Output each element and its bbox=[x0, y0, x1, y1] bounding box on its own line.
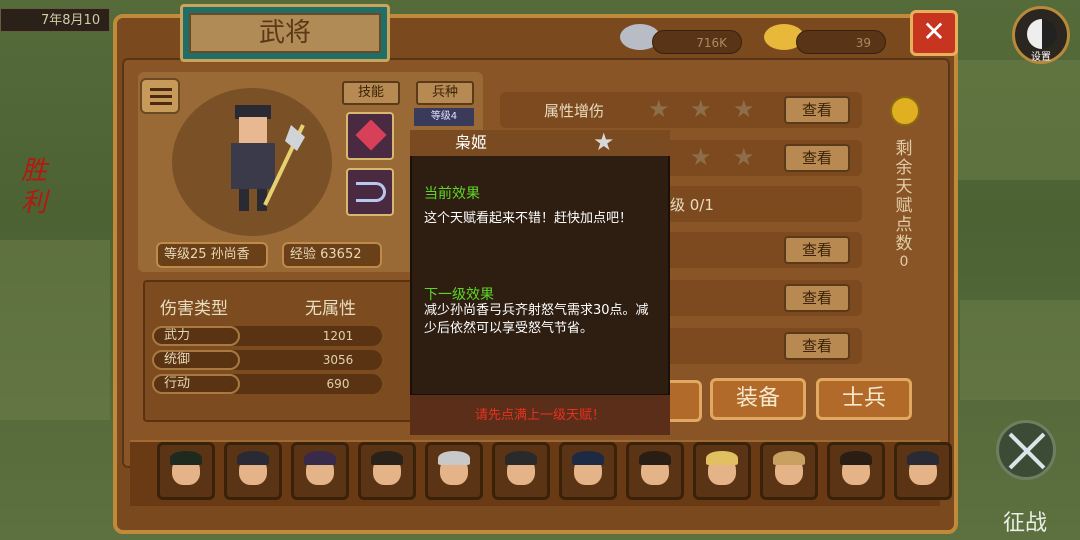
stat-name: 武力 bbox=[152, 326, 240, 346]
heart-icon bbox=[355, 119, 387, 151]
hero-level-name: 等级25 孙尚香 bbox=[156, 242, 268, 268]
hero-card-hair bbox=[706, 451, 738, 465]
star-icon: ★ bbox=[690, 143, 712, 171]
skill-slot-2[interactable] bbox=[346, 168, 394, 216]
hero-card-hair bbox=[170, 451, 202, 465]
current-effect-text: 这个天赋看起来不错！赶快加点吧！ bbox=[424, 211, 633, 226]
hero-card[interactable] bbox=[559, 442, 617, 500]
hero-card[interactable] bbox=[291, 442, 349, 500]
hero-card-hair bbox=[907, 451, 939, 465]
soldier-button[interactable]: 士兵 bbox=[816, 378, 912, 420]
crossed-swords-icon bbox=[996, 420, 1056, 480]
hero-card[interactable] bbox=[626, 442, 684, 500]
stat-name: 统御 bbox=[152, 350, 240, 370]
view-button[interactable]: 查看 bbox=[784, 332, 850, 360]
hero-card-hair bbox=[237, 451, 269, 465]
tooltip-title: 枭姬 bbox=[455, 133, 488, 152]
equip-button[interactable]: 装备 bbox=[710, 378, 806, 420]
remaining-talent-points-label: 剩余天赋点数 bbox=[895, 139, 913, 254]
hero-card[interactable] bbox=[894, 442, 952, 500]
hero-card[interactable] bbox=[693, 442, 751, 500]
star-icon: ★ bbox=[593, 128, 615, 156]
stat-value: 3056 bbox=[322, 353, 354, 367]
troop-level-badge: 等级4 bbox=[414, 108, 474, 126]
view-button[interactable]: 查看 bbox=[784, 144, 850, 172]
view-button[interactable]: 查看 bbox=[784, 284, 850, 312]
star-icon: ★ bbox=[648, 95, 670, 123]
hero-card[interactable] bbox=[760, 442, 818, 500]
hero-card-hair bbox=[572, 451, 604, 465]
current-effect-heading: 当前效果 bbox=[424, 186, 480, 202]
gold-amount: 39 bbox=[796, 30, 886, 54]
hero-card-hair bbox=[304, 451, 336, 465]
stat-name: 行动 bbox=[152, 374, 240, 394]
star-icon: ★ bbox=[733, 143, 755, 171]
tooltip-header bbox=[410, 130, 670, 156]
damage-type-value: 无属性 bbox=[305, 299, 356, 319]
battle-button[interactable]: 征战 bbox=[980, 410, 1070, 536]
next-effect-text: 减少孙尚香弓兵齐射怒气需求30点。减少后依然可以享受怒气节省。 bbox=[424, 303, 649, 336]
view-button[interactable]: 查看 bbox=[784, 236, 850, 264]
window-title: 武将 bbox=[189, 13, 381, 53]
hero-card[interactable] bbox=[492, 442, 550, 500]
hero-portrait bbox=[231, 105, 305, 211]
hero-card[interactable] bbox=[425, 442, 483, 500]
view-button[interactable]: 查看 bbox=[784, 96, 850, 124]
list-menu-button[interactable] bbox=[140, 78, 180, 114]
remaining-talent-points: 0 bbox=[899, 254, 909, 270]
hero-card-hair bbox=[438, 451, 470, 465]
talent-name: 属性增伤 bbox=[544, 102, 605, 120]
settings-button[interactable]: 设置 bbox=[1012, 6, 1070, 64]
damage-type-label: 伤害类型 bbox=[160, 299, 228, 319]
hero-experience: 经验 63652 bbox=[282, 242, 382, 268]
tooltip-warning: 请先点满上一级天赋！ bbox=[474, 408, 605, 423]
hero-card[interactable] bbox=[224, 442, 282, 500]
next-effect-heading: 下一级效果 bbox=[424, 287, 494, 303]
settings-label: 设置 bbox=[1031, 52, 1051, 63]
close-button[interactable]: ✕ bbox=[910, 10, 958, 56]
star-icon: ★ bbox=[690, 95, 712, 123]
silver-amount: 716K bbox=[652, 30, 742, 54]
hero-card[interactable] bbox=[358, 442, 416, 500]
talent-progress: 级 0/1 bbox=[670, 196, 714, 214]
hero-card[interactable] bbox=[157, 442, 215, 500]
hero-card-hair bbox=[505, 451, 537, 465]
hero-card-hair bbox=[371, 451, 403, 465]
star-icon: ★ bbox=[733, 95, 755, 123]
stat-value: 1201 bbox=[322, 329, 354, 343]
hero-card[interactable] bbox=[827, 442, 885, 500]
date-label: 7年8月10 bbox=[0, 8, 110, 32]
talent-tooltip bbox=[410, 130, 670, 435]
bow-icon bbox=[356, 182, 386, 202]
refresh-icon[interactable] bbox=[890, 96, 920, 126]
victory-label: 胜利 bbox=[20, 156, 47, 218]
hero-card-hair bbox=[639, 451, 671, 465]
tab-skill[interactable]: 技能 bbox=[342, 81, 400, 105]
skill-slot-1[interactable] bbox=[346, 112, 394, 160]
battle-label: 征战 bbox=[1002, 511, 1047, 536]
yin-yang-icon bbox=[1027, 19, 1057, 49]
hero-card-hair bbox=[840, 451, 872, 465]
tab-troop[interactable]: 兵种 bbox=[416, 81, 474, 105]
window-title-plate: 武将 bbox=[180, 4, 390, 62]
hero-card-hair bbox=[773, 451, 805, 465]
stat-value: 690 bbox=[326, 377, 350, 391]
